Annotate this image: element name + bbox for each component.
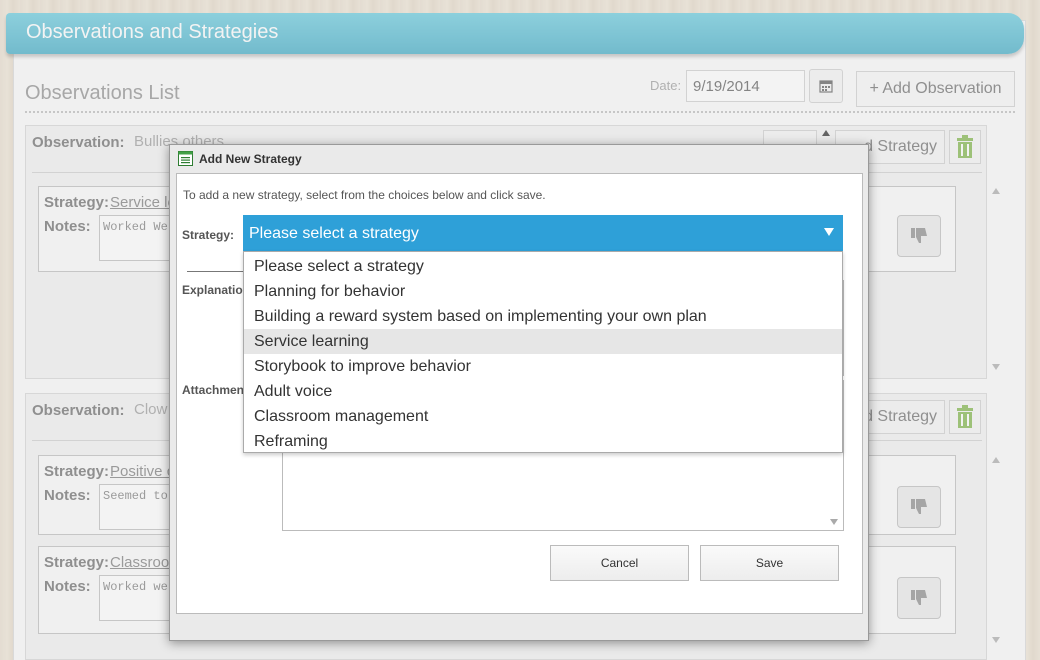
separator bbox=[187, 271, 247, 272]
strategy-option[interactable]: Building a reward system based on implem… bbox=[244, 304, 842, 329]
strategy-select[interactable]: Please select a strategy bbox=[243, 215, 843, 251]
dialog-title: Add New Strategy bbox=[199, 152, 302, 166]
dialog-instructions: To add a new strategy, select from the c… bbox=[183, 188, 546, 202]
strategy-option[interactable]: Classroom management bbox=[244, 404, 842, 429]
caret-down-icon bbox=[824, 228, 834, 236]
strategy-option[interactable]: Please select a strategy bbox=[244, 254, 842, 279]
strategy-option-hovered[interactable]: Service learning bbox=[244, 329, 842, 354]
form-icon bbox=[178, 151, 193, 166]
attachments-field-label: Attachmen bbox=[182, 383, 245, 397]
explanation-field-label: Explanatio bbox=[182, 283, 243, 297]
strategy-field-label: Strategy: bbox=[182, 228, 235, 242]
strategy-dropdown-list: Please select a strategy Planning for be… bbox=[243, 251, 843, 453]
strategy-option[interactable]: Planning for behavior bbox=[244, 279, 842, 304]
cancel-button[interactable]: Cancel bbox=[550, 545, 689, 581]
save-button[interactable]: Save bbox=[700, 545, 839, 581]
dialog-footer-divider bbox=[176, 613, 862, 614]
strategy-option[interactable]: Reframing bbox=[244, 429, 842, 454]
strategy-option[interactable]: Adult voice bbox=[244, 379, 842, 404]
strategy-select-value: Please select a strategy bbox=[249, 225, 419, 242]
strategy-option[interactable]: Storybook to improve behavior bbox=[244, 354, 842, 379]
